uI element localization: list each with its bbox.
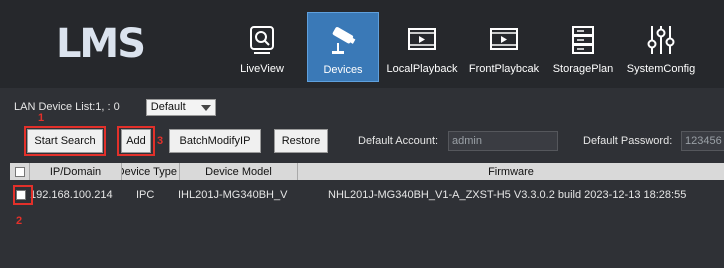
default-password-value: 123456 xyxy=(685,135,722,147)
liveview-icon xyxy=(244,23,280,57)
film-playback-icon xyxy=(486,23,522,57)
device-table-header: IP/Domain Device Type Device Model Firmw… xyxy=(10,163,724,180)
table-row[interactable]: 192.168.100.214 IPC IHL201J-MG340BH_V NH… xyxy=(10,186,724,204)
nav-label: Devices xyxy=(323,64,363,76)
lan-device-list-label: LAN Device List:1, : 0 xyxy=(14,101,120,113)
nav-label: StoragePlan xyxy=(552,63,614,75)
nav-frontplayback[interactable]: FrontPlaybcak xyxy=(464,12,544,80)
film-playback-icon xyxy=(404,23,440,57)
select-all-cell xyxy=(10,163,30,180)
default-account-value: admin xyxy=(452,135,482,147)
nav-devices[interactable]: Devices xyxy=(307,12,379,82)
nav-storageplan[interactable]: StoragePlan xyxy=(548,12,618,80)
cell-device-type: IPC xyxy=(136,189,155,201)
annotation-highlight-add xyxy=(117,126,155,156)
cell-ip: 192.168.100.214 xyxy=(30,189,113,201)
storage-icon xyxy=(565,23,601,57)
sliders-icon xyxy=(643,23,679,57)
nav-label: SystemConfig xyxy=(626,63,696,75)
nav-systemconfig[interactable]: SystemConfig xyxy=(623,12,699,80)
annotation-step-3: 3 xyxy=(157,135,164,147)
annotation-step-2: 2 xyxy=(16,215,23,227)
default-account-field[interactable]: admin xyxy=(448,131,558,151)
annotation-highlight-row-checkbox xyxy=(13,185,33,205)
top-navigation-bar: LMS LiveView Devices LocalPlayback Front… xyxy=(0,0,724,88)
nav-liveview[interactable]: LiveView xyxy=(236,12,288,80)
devices-panel: LAN Device List:1, : 0 Default Start Sea… xyxy=(0,88,724,268)
default-password-label: Default Password: xyxy=(583,135,673,147)
select-all-checkbox[interactable] xyxy=(14,166,25,177)
nav-label: FrontPlaybcak xyxy=(468,63,540,75)
cell-firmware: NHL201J-MG340BH_V1-A_ZXST-H5 V3.3.0.2 bu… xyxy=(328,189,687,201)
column-device-type[interactable]: Device Type xyxy=(122,163,180,180)
batch-modify-ip-button[interactable]: BatchModifyIP xyxy=(169,129,261,153)
app-window: LMS LiveView Devices LocalPlayback Front… xyxy=(0,0,724,268)
nav-label: LocalPlayback xyxy=(386,63,458,75)
device-filter-select[interactable]: Default xyxy=(145,98,216,116)
nav-localplayback[interactable]: LocalPlayback xyxy=(383,12,461,80)
device-list-header: LAN Device List:1, : 0 Default xyxy=(14,96,216,118)
default-account-label: Default Account: xyxy=(358,135,439,147)
app-logo: LMS xyxy=(55,21,146,67)
column-ip-domain[interactable]: IP/Domain xyxy=(30,163,122,180)
camera-devices-icon xyxy=(325,24,361,58)
restore-label: Restore xyxy=(281,135,321,147)
cell-device-model: IHL201J-MG340BH_V xyxy=(178,189,288,201)
chevron-down-icon xyxy=(200,104,211,111)
nav-label: LiveView xyxy=(240,63,284,75)
batch-modify-ip-label: BatchModifyIP xyxy=(179,135,251,147)
column-firmware[interactable]: Firmware xyxy=(298,163,724,180)
device-filter-value: Default xyxy=(150,101,186,113)
annotation-step-1: 1 xyxy=(38,112,45,124)
default-password-field[interactable]: 123456 xyxy=(681,131,724,151)
restore-button[interactable]: Restore xyxy=(274,129,328,153)
annotation-highlight-start-search xyxy=(24,126,106,156)
column-device-model[interactable]: Device Model xyxy=(180,163,298,180)
